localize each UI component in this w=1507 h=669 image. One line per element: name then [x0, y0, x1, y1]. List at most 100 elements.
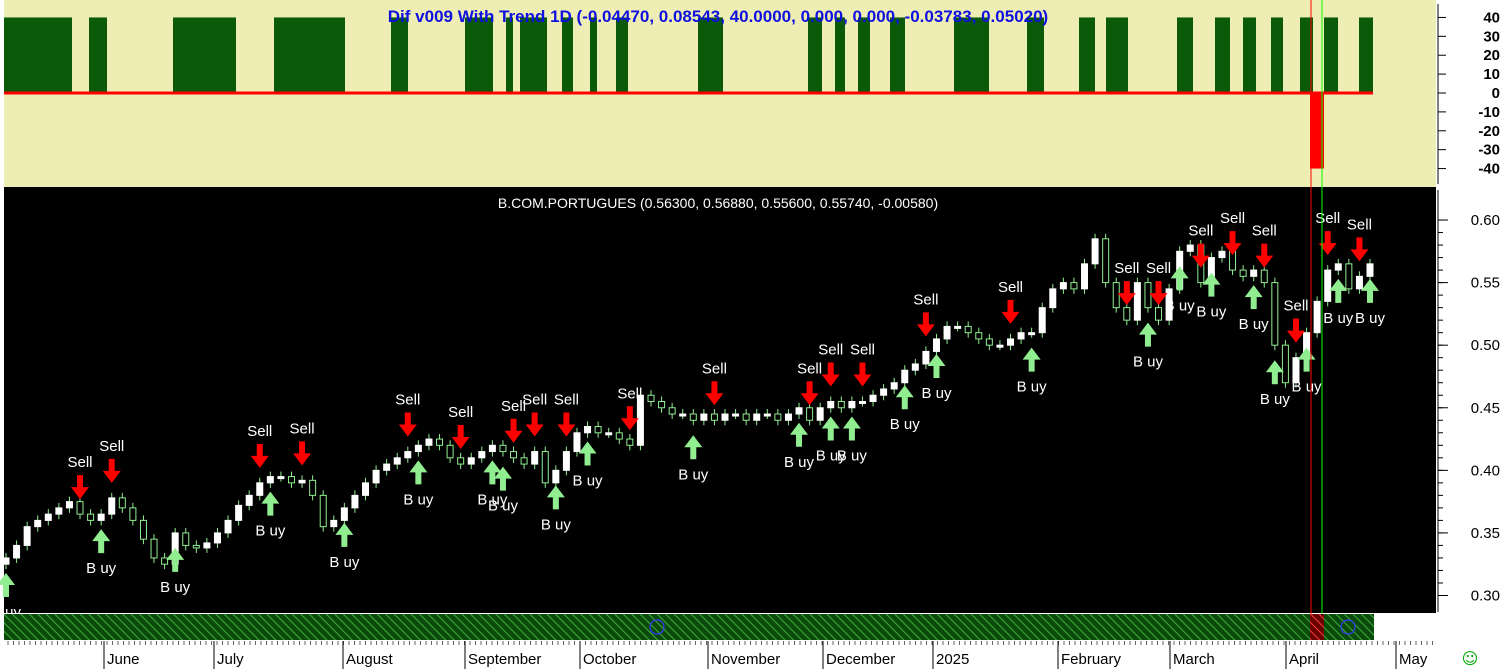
indicator-block	[1215, 17, 1230, 94]
candle-body	[277, 476, 285, 480]
candle-body	[922, 350, 930, 365]
candle-body	[658, 401, 666, 409]
sell-label: Sell	[818, 341, 843, 358]
sell-label: Sell	[1347, 216, 1372, 233]
candle-body	[1239, 269, 1247, 277]
candle-body	[1038, 307, 1046, 334]
candle-body	[256, 482, 264, 496]
buy-label: B uy	[784, 454, 815, 471]
candle-body	[1112, 282, 1120, 309]
buy-label: B uy	[1292, 379, 1323, 396]
indicator-tick-label: 10	[1483, 66, 1500, 83]
candle-body	[932, 338, 940, 352]
candle-body	[985, 338, 993, 346]
candle-body	[721, 413, 729, 421]
price-tick-label: 0.55	[1471, 275, 1500, 292]
candle-body	[774, 413, 782, 421]
candle-body	[213, 532, 221, 544]
status-strip	[4, 614, 1374, 640]
candle-body	[1144, 282, 1152, 309]
buy-label: B uy	[1323, 310, 1354, 327]
candle-body	[457, 457, 465, 465]
buy-label: B uy	[488, 498, 519, 515]
candle-body	[129, 507, 137, 521]
indicator-tick-label: -10	[1478, 104, 1500, 121]
candle-body	[76, 501, 84, 515]
indicator-block	[1324, 17, 1338, 94]
sell-label: Sell	[797, 360, 822, 377]
candle-body	[414, 444, 422, 453]
price-tick-label: 0.35	[1471, 525, 1500, 542]
price-tick-label: 0.30	[1471, 587, 1500, 604]
indicator-tick-label: -40	[1478, 161, 1500, 178]
month-label: March	[1173, 651, 1215, 668]
buy-label: B uy	[1239, 316, 1270, 333]
candle-body	[964, 325, 972, 334]
indicator-block	[590, 17, 597, 94]
candle-body	[1028, 332, 1036, 336]
candle-body	[23, 526, 31, 546]
candle-body	[118, 497, 126, 509]
indicator-block	[562, 17, 573, 94]
buy-label: B uy	[890, 416, 921, 433]
sell-label: Sell	[617, 385, 642, 402]
candle-body	[1017, 332, 1025, 340]
sell-label: Sell	[290, 420, 315, 437]
candle-body	[97, 513, 105, 521]
sell-label: Sell	[1146, 260, 1171, 277]
sell-label: Sell	[1220, 210, 1245, 227]
indicator-block	[835, 17, 845, 94]
candle-body	[626, 438, 634, 446]
candle-body	[531, 451, 539, 465]
candle-body	[975, 332, 983, 340]
buy-label: B uy	[1133, 354, 1164, 371]
candle-body	[615, 432, 623, 440]
candle-body	[1250, 269, 1258, 277]
candle-body	[1271, 282, 1279, 346]
sell-label: Sell	[68, 454, 93, 471]
sell-label: Sell	[99, 438, 124, 455]
candle-body	[1281, 344, 1289, 384]
indicator-block	[274, 17, 345, 94]
candle-body	[235, 504, 243, 521]
candle-body	[816, 407, 824, 421]
candle-body	[1091, 238, 1099, 265]
candle-body	[954, 325, 962, 329]
smiley-icon[interactable]: ☺	[1462, 649, 1479, 668]
candle-body	[182, 532, 190, 546]
month-label: September	[468, 651, 541, 668]
indicator-y-axis: 40 30 20 10 0 -10 -20 -30 -40	[1437, 4, 1500, 184]
candle-body	[108, 497, 116, 515]
candle-body	[520, 457, 528, 465]
candle-body	[425, 438, 433, 446]
month-label: October	[583, 651, 636, 668]
candle-body	[55, 507, 63, 515]
candle-body	[679, 413, 687, 417]
candle-body	[996, 344, 1004, 348]
status-strip-hatch	[4, 614, 1374, 640]
indicator-tick-label: 20	[1483, 47, 1500, 64]
indicator-pane: Dif v009 With Trend 1D (-0.04470, 0.0854…	[4, 0, 1436, 187]
candle-body	[44, 513, 52, 521]
sell-label: Sell	[702, 360, 727, 377]
candle-body	[13, 544, 21, 559]
candle-body	[1123, 307, 1131, 321]
indicator-block	[465, 17, 493, 94]
sell-label: Sell	[395, 392, 420, 409]
candle-body	[827, 401, 835, 409]
sell-label: Sell	[554, 392, 579, 409]
sell-label: Sell	[1283, 298, 1308, 315]
candle-body	[478, 451, 486, 459]
candle-body	[87, 513, 95, 521]
candle-body	[488, 444, 496, 453]
month-label: 2025	[936, 651, 969, 668]
buy-label: B uy	[329, 554, 360, 571]
sell-label: Sell	[247, 423, 272, 440]
candle-body	[552, 469, 560, 484]
candle-body	[340, 507, 348, 521]
candle-body	[203, 542, 211, 549]
candle-body	[362, 482, 370, 496]
buy-label: B uy	[678, 466, 709, 483]
candle-body	[224, 519, 232, 534]
candle-body	[732, 413, 740, 417]
